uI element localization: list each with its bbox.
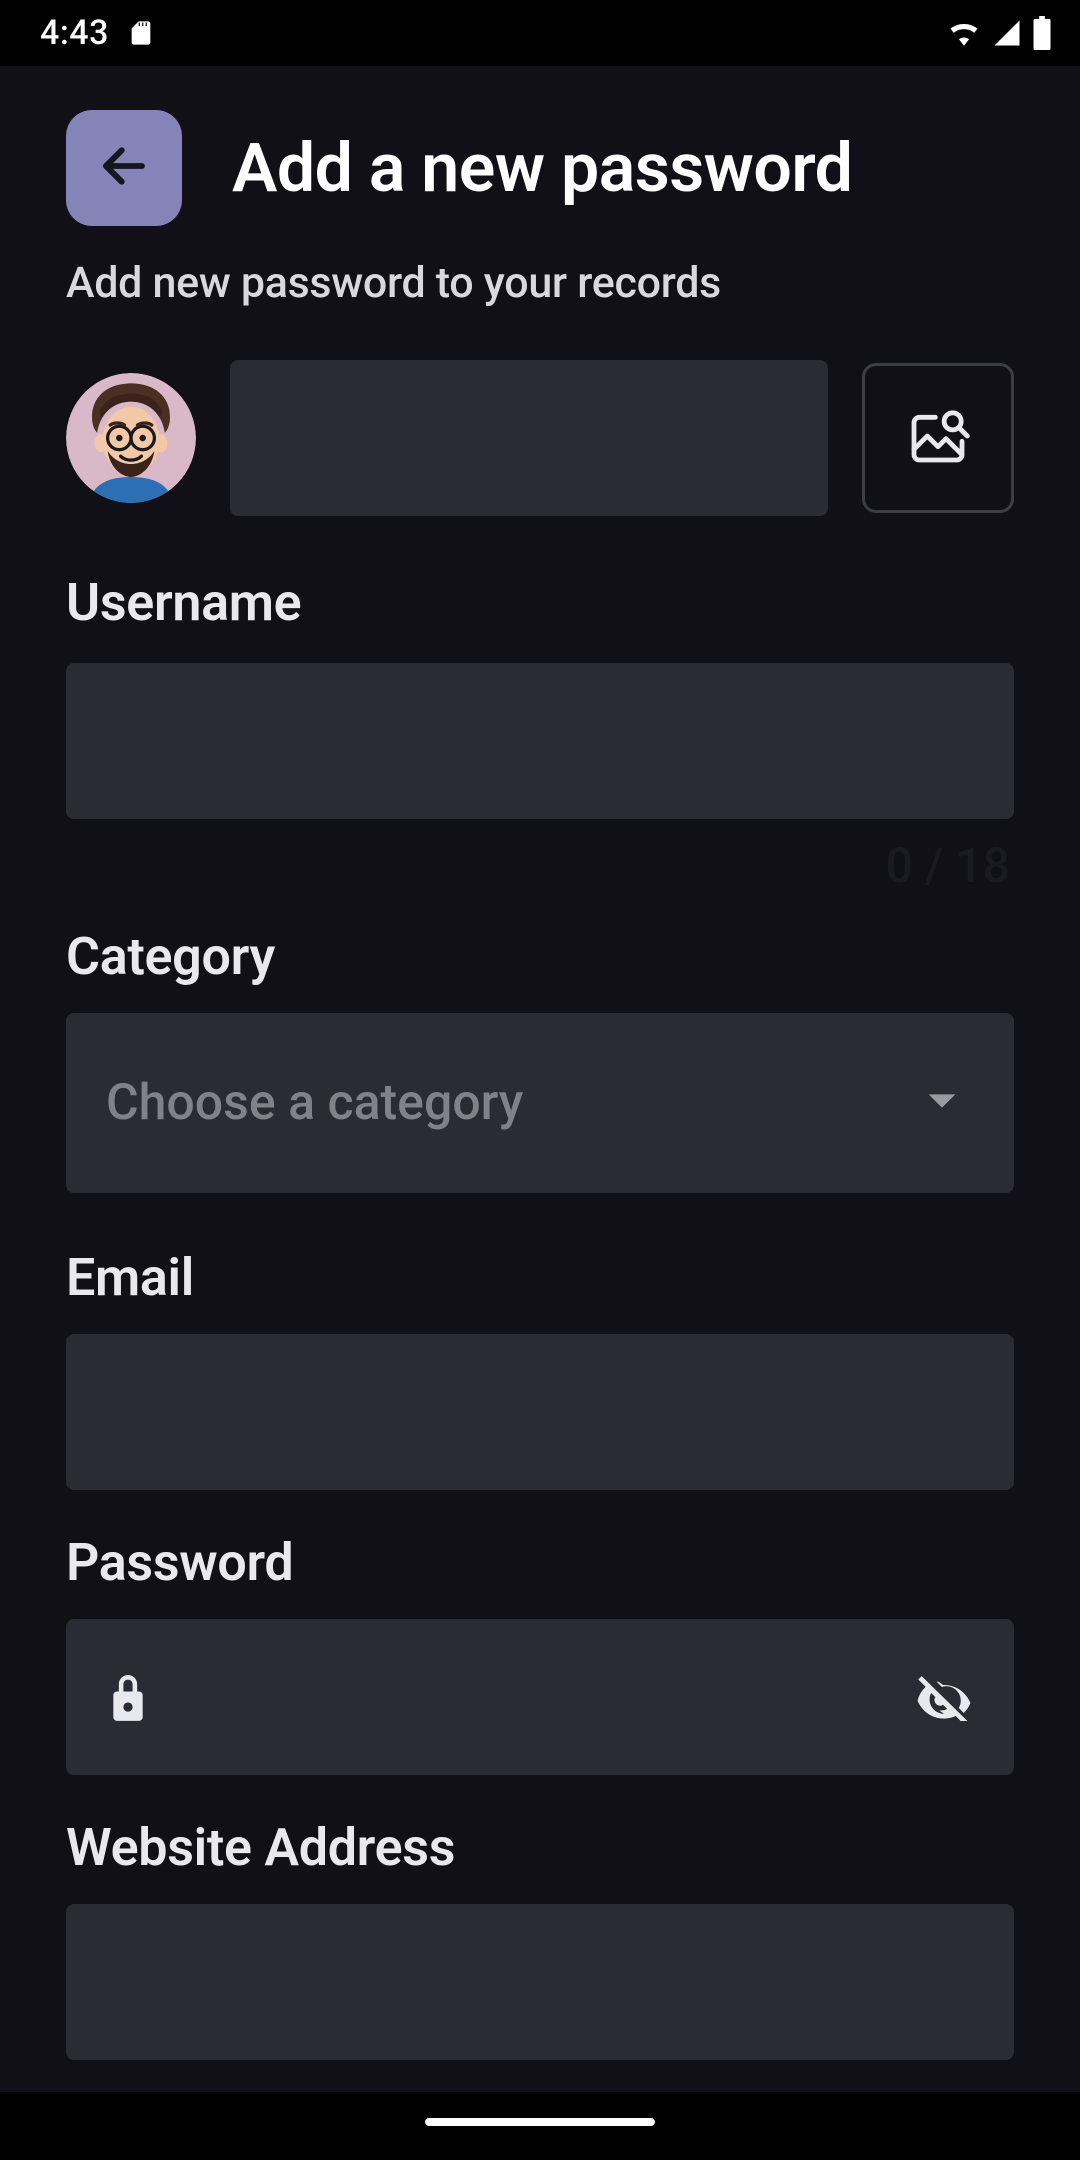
username-input[interactable]	[66, 663, 1014, 819]
cellular-icon	[992, 18, 1022, 48]
password-input[interactable]	[66, 1619, 1014, 1775]
app-screen: Add a new password Add new password to y…	[0, 66, 1080, 2092]
record-name-input[interactable]	[230, 360, 828, 516]
page-title: Add a new password	[232, 128, 852, 208]
image-search-button[interactable]	[862, 363, 1014, 513]
avatar[interactable]	[66, 373, 196, 503]
lock-icon	[106, 1669, 150, 1725]
image-search-icon	[906, 404, 970, 472]
chevron-down-icon	[926, 1091, 958, 1115]
email-input[interactable]	[66, 1334, 1014, 1490]
page-subtitle: Add new password to your records	[66, 258, 1014, 308]
status-bar: 4:43	[0, 0, 1080, 66]
battery-icon	[1032, 16, 1052, 50]
username-label: Username	[66, 572, 1014, 633]
category-placeholder: Choose a category	[106, 1074, 523, 1132]
visibility-off-icon[interactable]	[914, 1673, 974, 1721]
status-time: 4:43	[40, 13, 109, 53]
sd-card-icon	[127, 16, 155, 50]
website-input[interactable]	[66, 1904, 1014, 2060]
wifi-icon	[946, 18, 982, 48]
website-label: Website Address	[66, 1817, 1014, 1878]
email-label: Email	[66, 1247, 1014, 1308]
arrow-left-icon	[97, 139, 151, 197]
back-button[interactable]	[66, 110, 182, 226]
category-select[interactable]: Choose a category	[66, 1013, 1014, 1193]
username-counter: 0 / 18	[66, 837, 1014, 894]
category-label: Category	[66, 926, 1014, 987]
gesture-pill[interactable]	[425, 2118, 655, 2126]
password-label: Password	[66, 1532, 1014, 1593]
system-nav-bar	[0, 2092, 1080, 2160]
